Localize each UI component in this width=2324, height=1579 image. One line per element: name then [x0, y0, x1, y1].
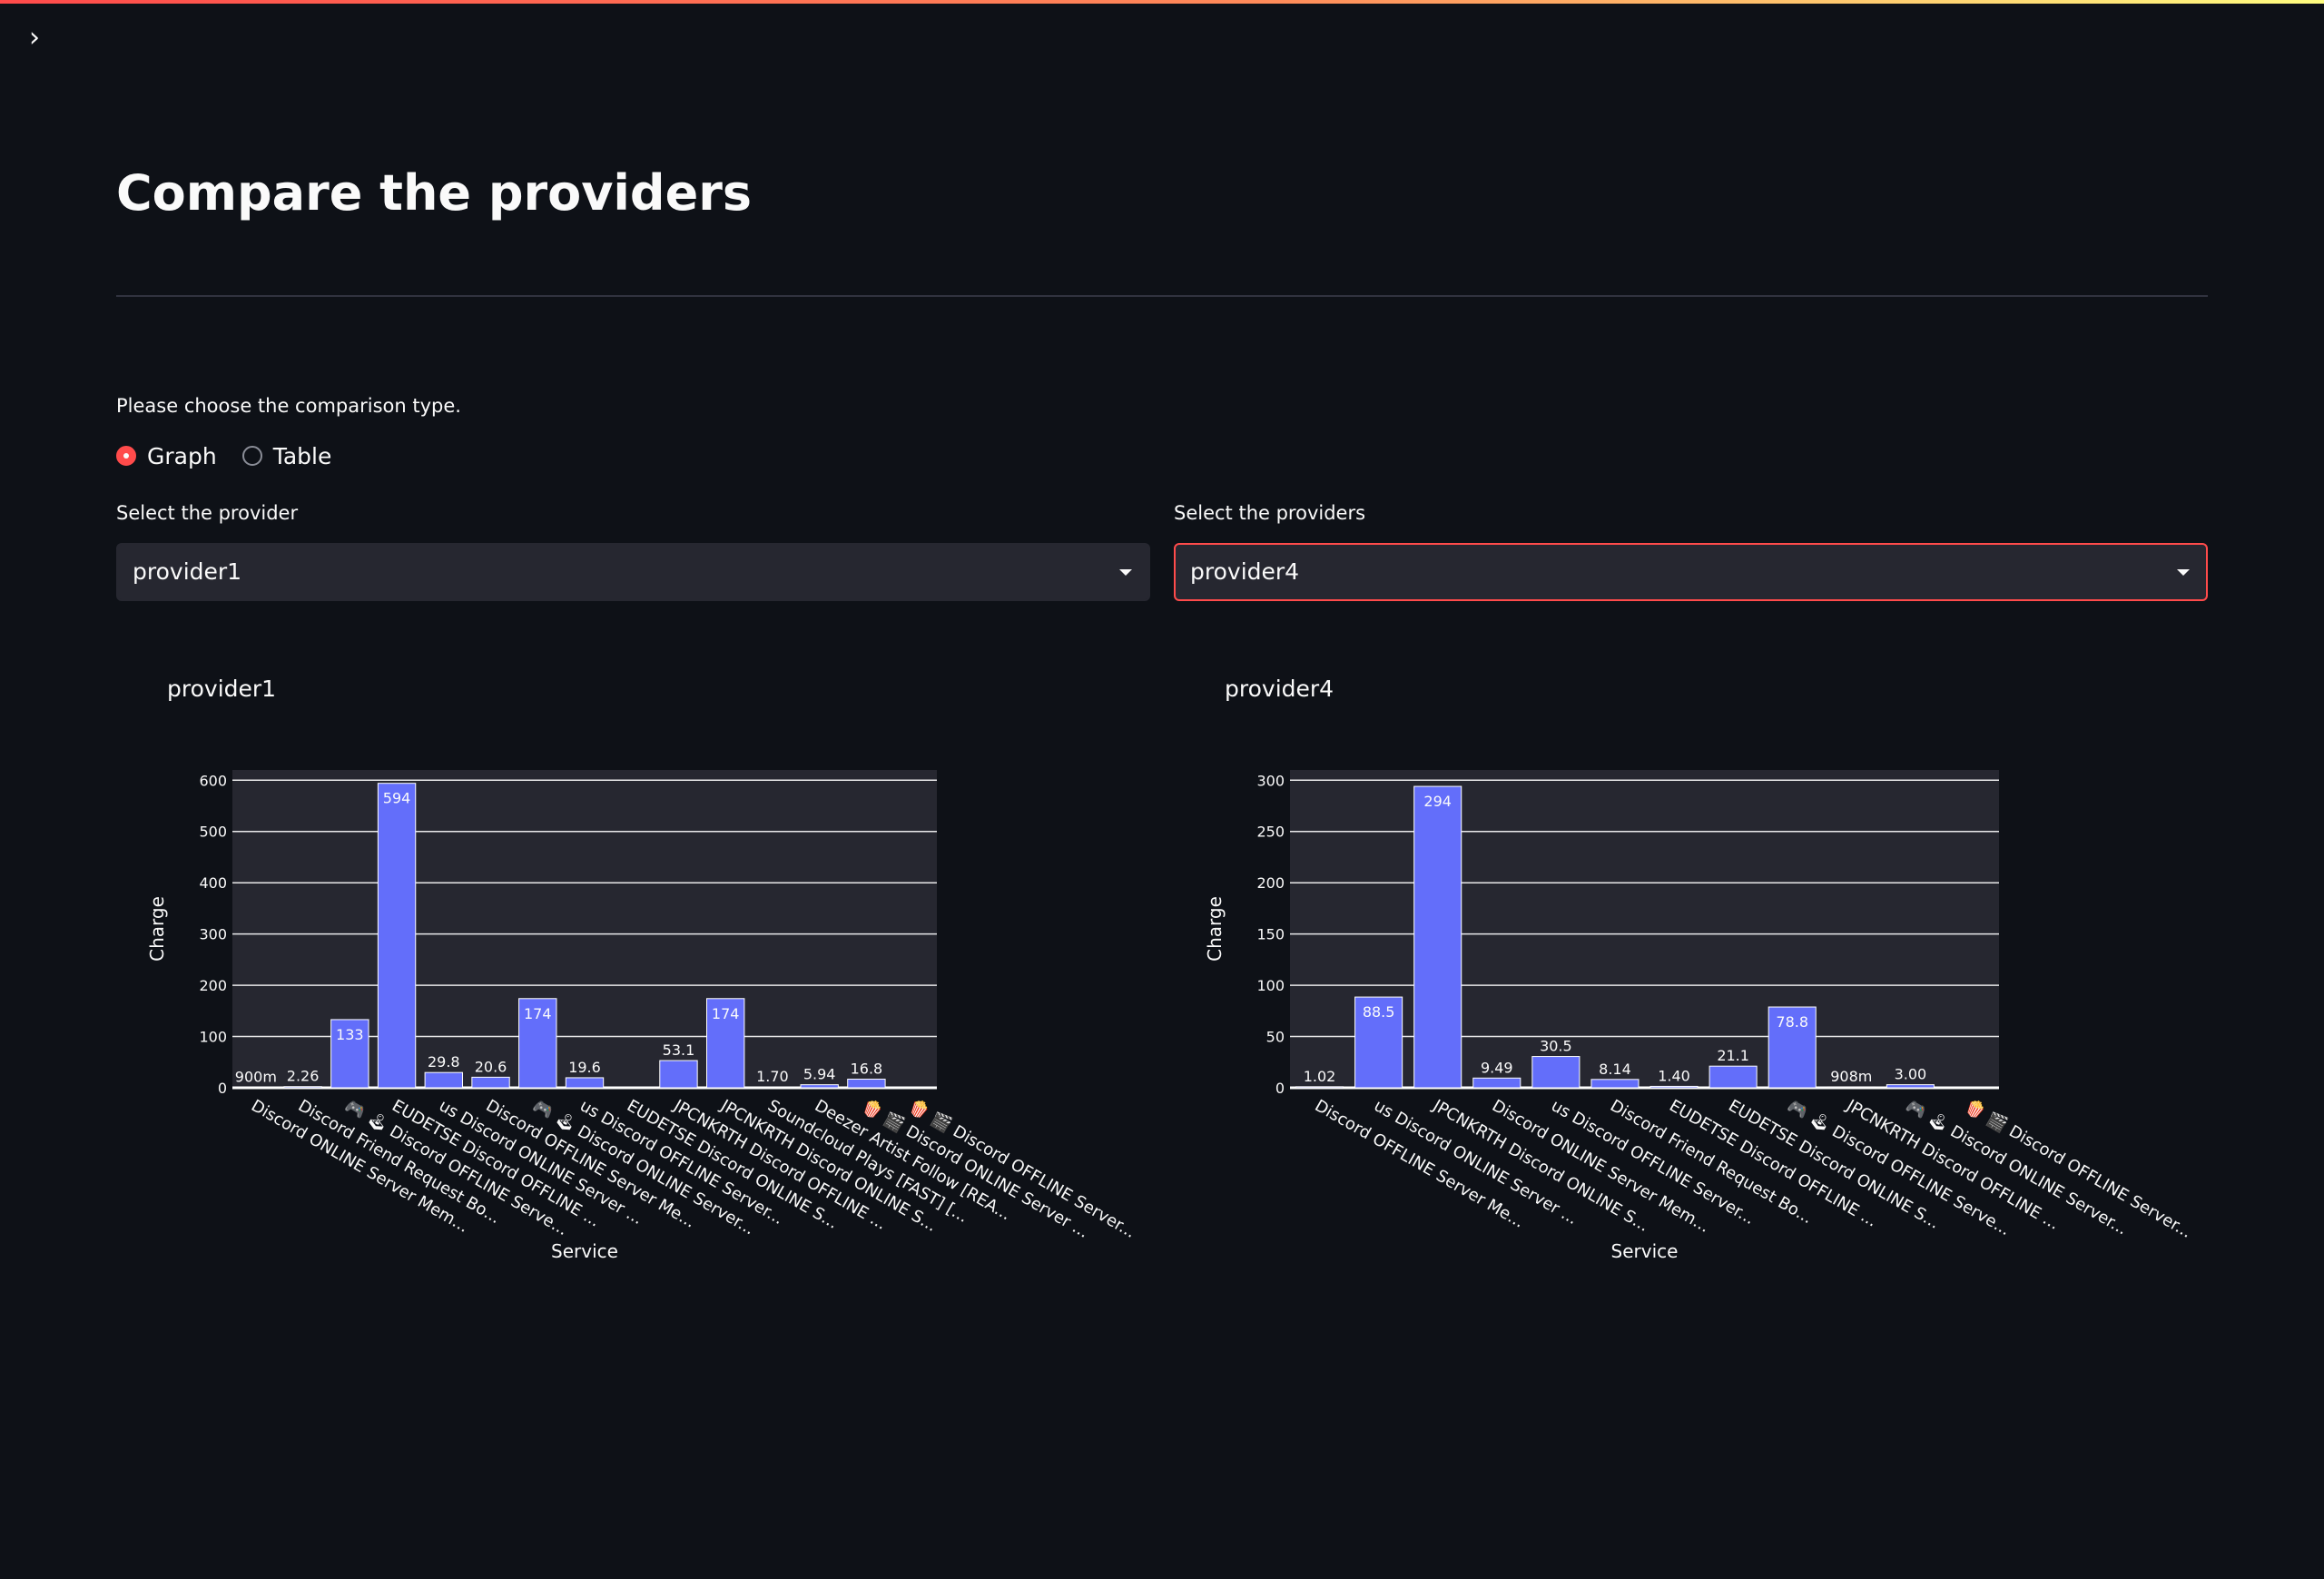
bar[interactable]	[1472, 1077, 1521, 1089]
bar[interactable]	[1886, 1084, 1935, 1089]
x-axis-title: Service	[1611, 1240, 1679, 1262]
bar[interactable]	[377, 783, 417, 1089]
bar-value-label: 8.14	[1599, 1061, 1631, 1078]
bar-chart-right: 0501001502002503001.02Discord OFFLINE Se…	[1204, 770, 2195, 1262]
y-tick-label: 0	[1275, 1080, 1285, 1097]
dropdown-caret-icon[interactable]	[1119, 569, 1132, 576]
radio-option-table[interactable]: Table	[241, 442, 332, 469]
providers-select-value: provider4	[1190, 558, 1300, 585]
bar-value-label: 1.40	[1658, 1067, 1690, 1084]
bar-value-label: 78.8	[1776, 1013, 1808, 1031]
bar-value-label: 5.94	[803, 1066, 836, 1083]
y-tick-label: 100	[199, 1029, 227, 1046]
bar-value-label: 29.8	[428, 1053, 460, 1071]
bar-value-label: 908m	[1830, 1068, 1872, 1085]
y-tick-label: 500	[199, 824, 227, 841]
y-tick-label: 250	[1256, 824, 1285, 841]
bar-value-label: 16.8	[851, 1061, 883, 1078]
bar[interactable]	[847, 1079, 886, 1089]
providers-select[interactable]: provider4	[1174, 543, 2208, 601]
bar-value-label: 1.02	[1304, 1068, 1336, 1085]
chart-title-right: provider4	[1225, 676, 1334, 702]
radio-selected-icon[interactable]	[116, 446, 136, 466]
radio-unselected-icon[interactable]	[241, 446, 262, 466]
bar-value-label: 88.5	[1363, 1003, 1395, 1021]
comparison-type-radio-group: Graph Table	[116, 439, 357, 472]
bar-value-label: 2.26	[287, 1068, 320, 1085]
provider-select-value: provider1	[133, 558, 242, 585]
select-providers-label: Select the providers	[1174, 502, 1366, 524]
bar-value-label: 1.70	[756, 1068, 789, 1085]
select-provider-label: Select the provider	[116, 502, 299, 524]
y-tick-label: 300	[199, 926, 227, 943]
bar[interactable]	[1531, 1056, 1581, 1089]
bar[interactable]	[800, 1084, 839, 1089]
bar[interactable]	[283, 1086, 322, 1089]
y-tick-label: 600	[199, 772, 227, 789]
y-tick-label: 0	[218, 1080, 227, 1097]
x-axis-title: Service	[551, 1240, 618, 1262]
bar[interactable]	[659, 1060, 698, 1089]
bar-value-label: 30.5	[1540, 1038, 1572, 1055]
y-tick-label: 100	[1256, 977, 1285, 994]
y-tick-label: 50	[1266, 1029, 1285, 1046]
bar[interactable]	[236, 1086, 276, 1089]
y-tick-label: 400	[199, 874, 227, 892]
page-title: Compare the providers	[116, 164, 752, 222]
y-tick-label: 300	[1256, 772, 1285, 789]
bar[interactable]	[1649, 1085, 1699, 1089]
y-tick-label: 150	[1256, 926, 1285, 943]
bar-value-label: 174	[524, 1005, 552, 1022]
dropdown-caret-icon[interactable]	[2177, 569, 2190, 576]
comparison-type-label: Please choose the comparison type.	[116, 395, 461, 417]
bar[interactable]	[1827, 1086, 1876, 1089]
bar-value-label: 3.00	[1895, 1066, 1927, 1083]
app-top-decoration	[0, 0, 2324, 4]
bar[interactable]	[1709, 1065, 1758, 1089]
bar-chart-left: 0100200300400500600900mDiscord ONLINE Se…	[146, 770, 1139, 1262]
bar-value-label: 9.49	[1481, 1059, 1513, 1076]
sidebar-expand-chevron-icon[interactable]: ›	[24, 22, 45, 54]
bar[interactable]	[753, 1086, 793, 1089]
bar-value-label: 19.6	[568, 1059, 601, 1076]
bar-value-label: 900m	[235, 1068, 277, 1085]
bar-value-label: 20.6	[475, 1058, 507, 1075]
bar[interactable]	[1295, 1086, 1344, 1089]
bar-value-label: 21.1	[1717, 1047, 1749, 1064]
bar[interactable]	[471, 1076, 510, 1089]
provider-select[interactable]: provider1	[116, 543, 1150, 601]
bar[interactable]	[1413, 785, 1462, 1089]
chart-title-left: provider1	[167, 676, 277, 702]
radio-option-graph[interactable]: Graph	[116, 443, 217, 469]
bar-value-label: 53.1	[663, 1041, 695, 1059]
bar-value-label: 294	[1423, 793, 1452, 810]
y-tick-label: 200	[1256, 874, 1285, 892]
bar-value-label: 594	[383, 790, 411, 807]
bar-value-label: 174	[712, 1005, 740, 1022]
y-axis-title: Charge	[1204, 896, 1226, 962]
bar[interactable]	[1590, 1079, 1640, 1089]
divider	[116, 295, 2208, 297]
bar-value-label: 133	[336, 1026, 364, 1043]
bar[interactable]	[565, 1077, 605, 1089]
y-tick-label: 200	[199, 977, 227, 994]
radio-label-table: Table	[272, 442, 332, 469]
radio-label-graph: Graph	[147, 442, 217, 469]
y-axis-title: Charge	[146, 896, 168, 962]
bar[interactable]	[424, 1071, 463, 1089]
